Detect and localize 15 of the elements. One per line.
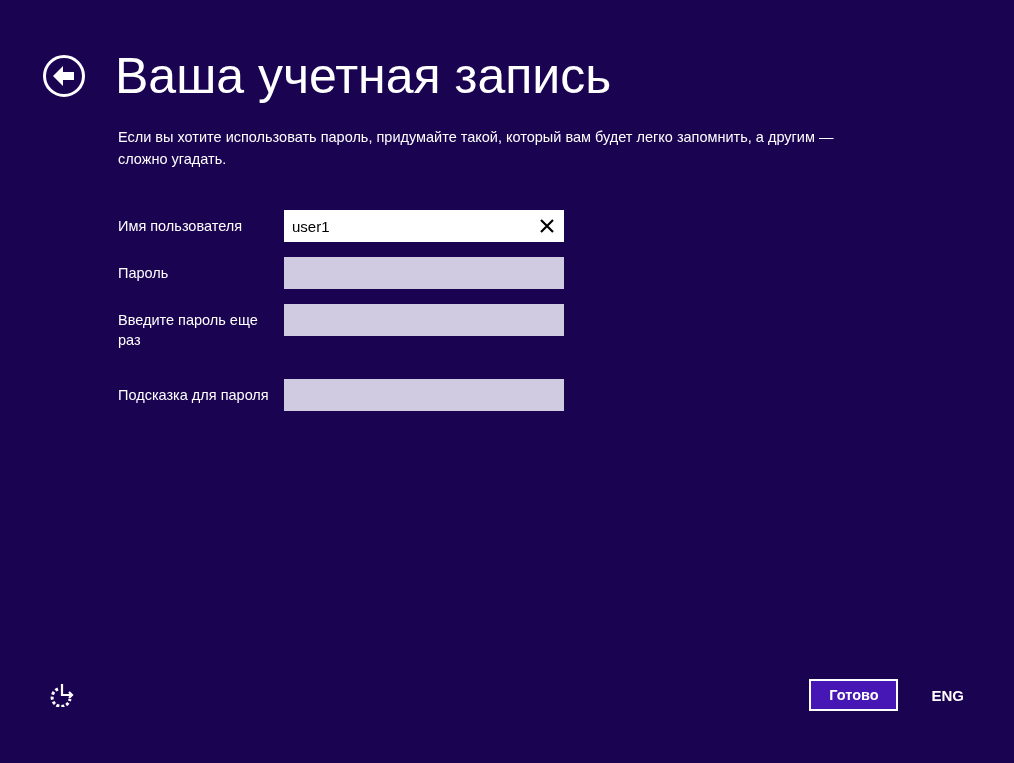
input-field[interactable] <box>284 304 564 336</box>
ease-of-access-icon[interactable] <box>50 683 76 707</box>
input-field[interactable] <box>284 379 564 411</box>
language-indicator[interactable]: ENG <box>931 686 964 704</box>
description-text: Если вы хотите использовать пароль, придумайте такой, который вам будет легко запомнить, а другим — сложно угадать. <box>118 128 835 169</box>
field-label: Подсказка для пароля <box>118 386 270 405</box>
done-button[interactable]: Готово <box>809 679 899 711</box>
input-field[interactable]: user1 <box>284 210 564 242</box>
back-button[interactable] <box>42 54 86 98</box>
page-title: Ваша учетная запись <box>115 47 612 106</box>
field-label: Имя пользователя <box>118 217 244 236</box>
clear-icon[interactable] <box>540 219 554 233</box>
field-label: Введите пароль еще раз <box>118 311 259 350</box>
field-label: Пароль <box>118 264 170 283</box>
input-field[interactable] <box>284 257 564 289</box>
